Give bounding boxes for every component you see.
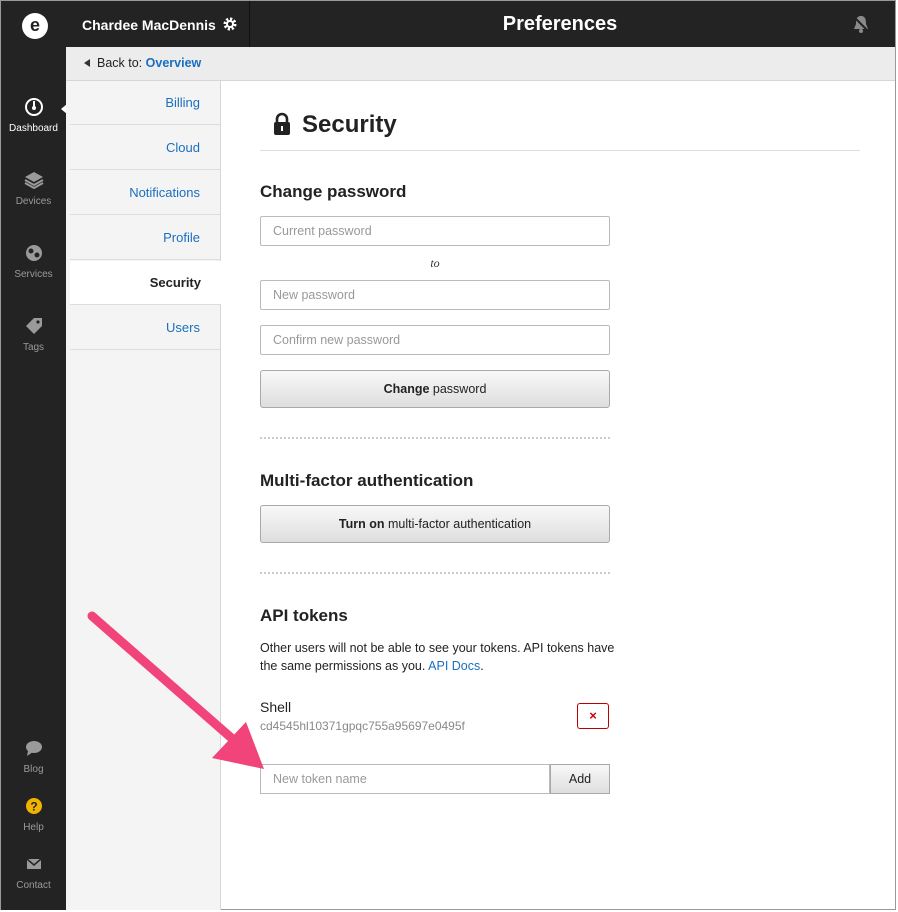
mfa-heading: Multi-factor authentication <box>260 471 474 490</box>
enable-mfa-button[interactable]: Turn on multi-factor authentication <box>260 505 610 543</box>
breadcrumb-prefix: Back to: <box>97 56 143 70</box>
add-token-button[interactable]: Add <box>550 764 610 794</box>
gauge-icon <box>24 98 43 116</box>
user-menu[interactable]: Chardee MacDennis <box>66 1 250 47</box>
heading-divider <box>260 150 860 151</box>
change-password-heading: Change password <box>260 182 407 201</box>
speech-bubble-icon <box>25 741 42 756</box>
change-password-button-bold: Change <box>383 382 430 396</box>
rail-label-tags: Tags <box>22 342 45 353</box>
rail-label-help: Help <box>23 822 44 833</box>
nav-label-notifications: Notifications <box>129 185 200 200</box>
new-token-name-input[interactable] <box>260 764 550 794</box>
nav-item-users[interactable]: Users <box>70 306 220 350</box>
rail-item-help[interactable]: ? Help <box>1 796 66 833</box>
api-docs-link[interactable]: API Docs <box>428 659 480 673</box>
token-value: cd4545hl10371gpqc755a95697e0495f <box>260 719 465 733</box>
back-arrow-icon <box>84 59 90 67</box>
rail-label-dashboard: Dashboard <box>9 123 58 134</box>
app-rail: e Dashboard Devices Services Tags Blog ?… <box>1 1 67 910</box>
bell-icon[interactable] <box>850 13 872 35</box>
nav-item-billing[interactable]: Billing <box>70 81 220 125</box>
section-divider <box>260 437 610 439</box>
rail-item-tags[interactable]: Tags <box>1 316 66 353</box>
tag-icon <box>25 318 42 334</box>
envelope-icon <box>26 858 41 869</box>
rail-item-dashboard[interactable]: Dashboard <box>1 97 66 134</box>
rail-label-services: Services <box>14 269 53 280</box>
nav-item-profile[interactable]: Profile <box>70 216 220 260</box>
change-password-button-rest: password <box>432 382 487 396</box>
current-password-input[interactable] <box>260 216 610 246</box>
new-password-input[interactable] <box>260 280 610 310</box>
main-content: Security Change password to Change passw… <box>221 81 895 910</box>
lock-icon <box>274 112 290 135</box>
nav-item-cloud[interactable]: Cloud <box>70 126 220 170</box>
user-name: Chardee MacDennis <box>82 17 216 33</box>
section-divider <box>260 572 610 574</box>
mfa-button-rest: multi-factor authentication <box>387 517 532 531</box>
layers-icon <box>24 172 43 190</box>
change-password-button[interactable]: Change password <box>260 370 610 408</box>
rail-item-services[interactable]: Services <box>1 243 66 280</box>
preferences-nav: Billing Cloud Notifications Profile Secu… <box>66 81 221 910</box>
logo-letter: e <box>29 15 40 35</box>
gear-icon[interactable] <box>222 16 238 32</box>
title-bar: Preferences <box>250 1 895 47</box>
rail-item-blog[interactable]: Blog <box>1 738 66 775</box>
nav-label-security: Security <box>149 275 201 290</box>
api-tokens-description: Other users will not be able to see your… <box>260 639 620 675</box>
breadcrumb-text: Back to: Overview <box>97 56 201 70</box>
nav-item-security[interactable]: Security <box>70 261 221 305</box>
delete-token-button[interactable]: × <box>577 703 609 729</box>
rail-label-devices: Devices <box>15 196 52 207</box>
confirm-password-input[interactable] <box>260 325 610 355</box>
nav-label-users: Users <box>166 320 200 335</box>
to-label: to <box>430 256 440 270</box>
nav-item-notifications[interactable]: Notifications <box>70 171 220 215</box>
mfa-button-bold: Turn on <box>338 517 385 531</box>
cloud-icon <box>25 245 42 261</box>
nav-label-cloud: Cloud <box>166 140 200 155</box>
app-logo[interactable]: e <box>22 13 48 39</box>
page-heading: Security <box>302 111 397 138</box>
question-icon: ? <box>25 798 42 814</box>
rail-item-contact[interactable]: Contact <box>1 854 66 891</box>
rail-label-contact: Contact <box>16 880 51 891</box>
nav-label-billing: Billing <box>165 95 200 110</box>
token-name: Shell <box>260 699 292 715</box>
api-docs-suffix: . <box>480 659 484 673</box>
api-tokens-heading: API tokens <box>260 606 348 625</box>
breadcrumb: Back to: Overview <box>66 47 895 81</box>
page-title: Preferences <box>502 13 618 35</box>
breadcrumb-overview-link[interactable]: Overview <box>146 56 202 70</box>
rail-item-devices[interactable]: Devices <box>1 170 66 207</box>
rail-label-blog: Blog <box>23 764 44 775</box>
nav-label-profile: Profile <box>163 230 200 245</box>
svg-text:?: ? <box>30 800 37 814</box>
